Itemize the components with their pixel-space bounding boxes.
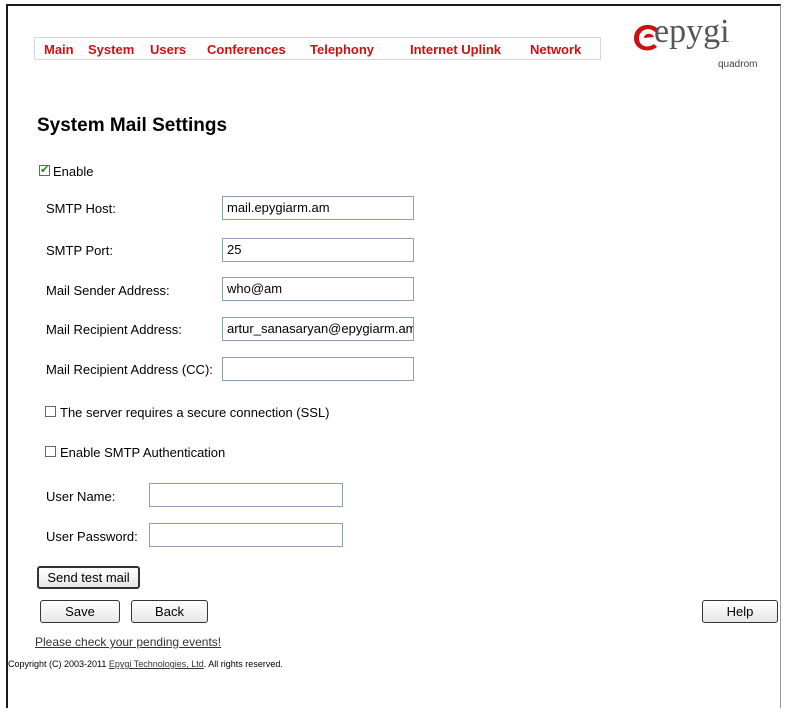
menu-item-system[interactable]: System xyxy=(88,42,134,57)
epygi-logo: epygi quadrom xyxy=(632,13,762,89)
smtp-port-label: SMTP Port: xyxy=(46,243,113,258)
enable-label: Enable xyxy=(53,164,94,179)
user-name-label: User Name: xyxy=(46,489,116,504)
page-frame xyxy=(6,4,781,708)
user-password-input[interactable] xyxy=(149,523,343,547)
menu-item-conferences[interactable]: Conferences xyxy=(207,42,286,57)
mail-recipient-label: Mail Recipient Address: xyxy=(46,322,182,337)
menu-item-telephony[interactable]: Telephony xyxy=(310,42,374,57)
mail-sender-label: Mail Sender Address: xyxy=(46,283,170,298)
copyright-text: Copyright (C) 2003-2011 Epygi Technologi… xyxy=(8,659,283,669)
enable-checkbox[interactable] xyxy=(39,163,50,176)
mail-sender-input[interactable]: who@am xyxy=(222,277,414,301)
save-button[interactable]: Save xyxy=(40,600,120,623)
smtp-host-input[interactable]: mail.epygiarm.am xyxy=(222,196,414,220)
pending-events-link[interactable]: Please check your pending events! xyxy=(35,635,221,649)
menu-item-internet-uplink[interactable]: Internet Uplink xyxy=(410,42,501,57)
user-name-input[interactable] xyxy=(149,483,343,507)
ssl-label: The server requires a secure connection … xyxy=(60,405,330,420)
menu-item-users[interactable]: Users xyxy=(150,42,186,57)
smtp-host-label: SMTP Host: xyxy=(46,201,116,216)
mail-recipient-input[interactable]: artur_sanasaryan@epygiarm.am xyxy=(222,317,414,341)
menu-item-main[interactable]: Main xyxy=(44,42,74,57)
back-button[interactable]: Back xyxy=(131,600,208,623)
logo-subtitle: quadrom xyxy=(718,59,758,70)
ssl-checkbox[interactable] xyxy=(45,406,56,417)
send-test-mail-button[interactable]: Send test mail xyxy=(37,566,140,589)
menu-item-network[interactable]: Network xyxy=(530,42,581,57)
main-menu-bar: Main System Users Conferences Telephony … xyxy=(34,37,601,60)
page-title: System Mail Settings xyxy=(37,115,228,136)
user-password-label: User Password: xyxy=(46,529,138,544)
smtp-auth-label: Enable SMTP Authentication xyxy=(60,445,226,460)
company-link[interactable]: Epygi Technologies, Ltd xyxy=(109,659,204,669)
mail-recipient-cc-label: Mail Recipient Address (CC): xyxy=(46,362,213,377)
copyright-suffix: . All rights reserved. xyxy=(203,659,283,669)
help-button[interactable]: Help xyxy=(702,600,778,623)
logo-brand-text: epygi xyxy=(654,13,730,50)
smtp-auth-checkbox[interactable] xyxy=(45,446,56,457)
copyright-prefix: Copyright (C) 2003-2011 xyxy=(8,659,109,669)
mail-recipient-cc-input[interactable] xyxy=(222,357,414,381)
smtp-port-input[interactable]: 25 xyxy=(222,238,414,262)
